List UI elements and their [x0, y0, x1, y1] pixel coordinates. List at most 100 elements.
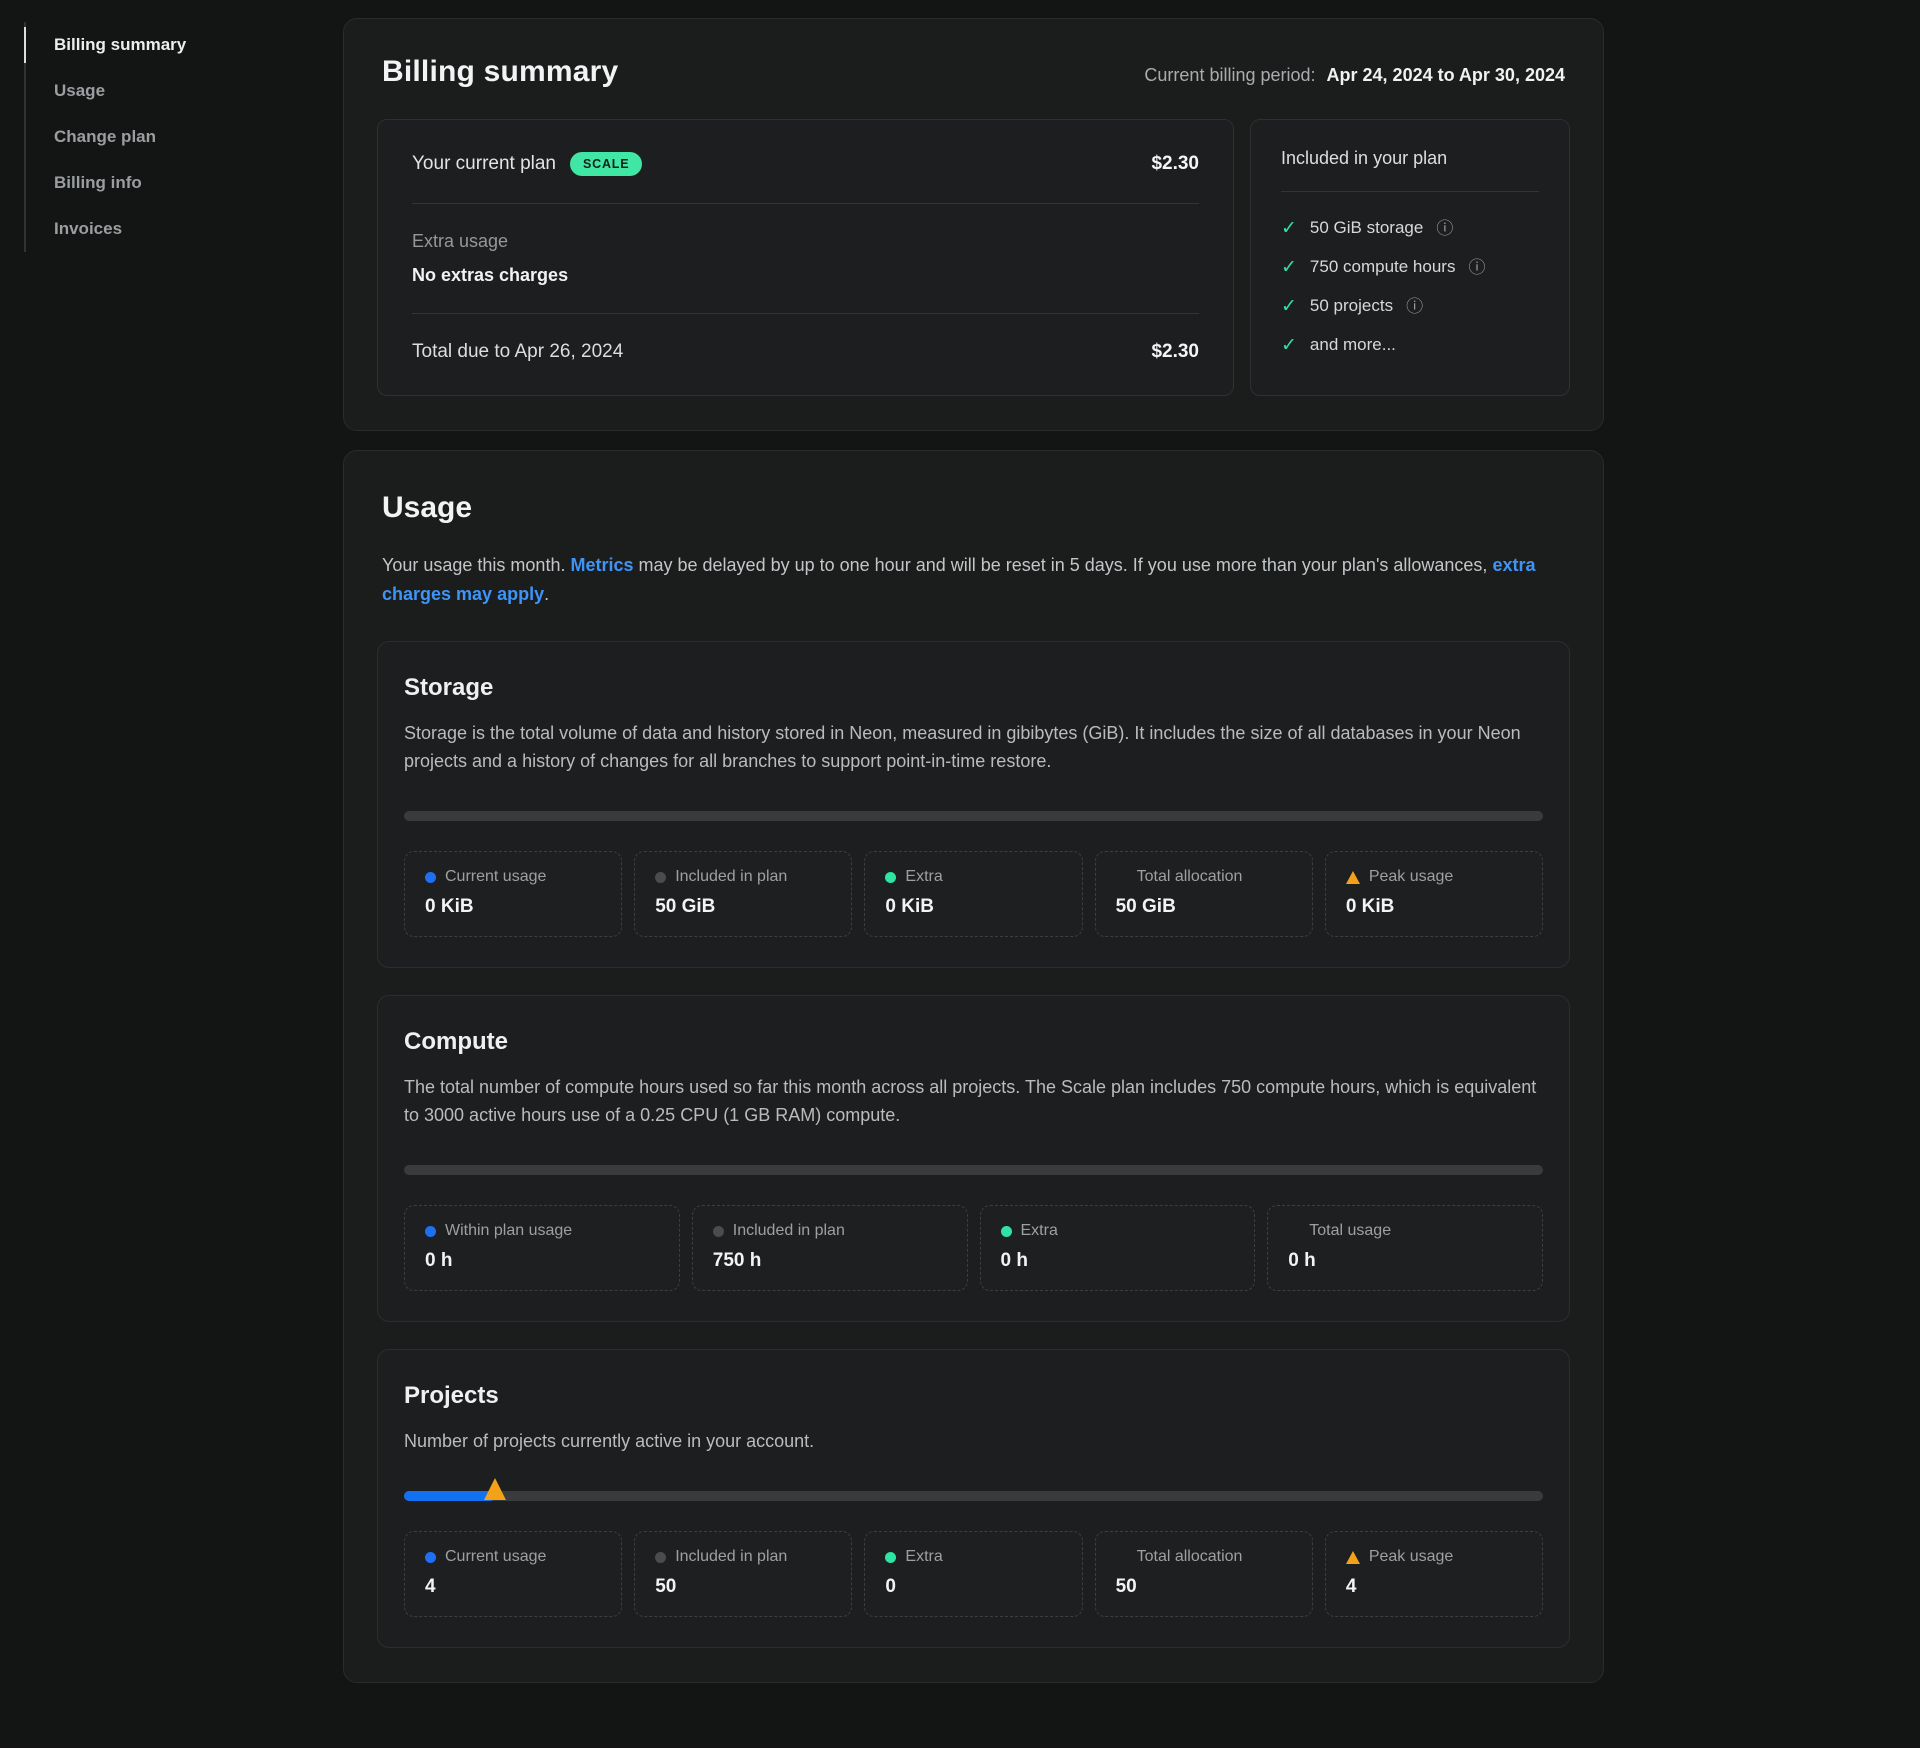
stat-tile-total-allocation: Total allocation 50 [1095, 1531, 1313, 1617]
stat-label: Current usage [445, 1548, 546, 1566]
stat-label: Extra [905, 868, 942, 886]
stat-value: 0 KiB [885, 896, 1061, 918]
green-dot-icon [1001, 1226, 1012, 1237]
stat-tile-within-plan-usage: Within plan usage 0 h [404, 1205, 680, 1291]
plan-feature-label: 750 compute hours [1310, 257, 1456, 277]
projects-card: Projects Number of projects currently ac… [377, 1349, 1570, 1648]
stat-tile-extra: Extra 0 [864, 1531, 1082, 1617]
billing-summary-panel: Billing summary Current billing period: … [343, 18, 1604, 431]
usage-intro: Your usage this month. Metrics may be de… [382, 551, 1565, 609]
gray-dot-icon [655, 1552, 666, 1563]
stat-value: 50 [655, 1576, 831, 1598]
sidebar-item-billing-summary[interactable]: Billing summary [26, 22, 186, 68]
check-icon: ✓ [1281, 297, 1297, 316]
billing-summary-header: Billing summary Current billing period: … [377, 55, 1570, 89]
plan-feature-and-more: ✓ and more... [1281, 335, 1539, 355]
storage-stats: Current usage 0 KiB Included in plan 50 … [404, 851, 1543, 937]
stat-tile-included-in-plan: Included in plan 50 [634, 1531, 852, 1617]
plan-feature-storage: ✓ 50 GiB storage ⓘ [1281, 218, 1539, 238]
stat-tile-extra: Extra 0 KiB [864, 851, 1082, 937]
stat-tile-total-usage: Total usage 0 h [1267, 1205, 1543, 1291]
metrics-link[interactable]: Metrics [570, 555, 633, 575]
stat-value: 0 h [1288, 1250, 1522, 1272]
stat-label: Extra [905, 1548, 942, 1566]
billing-sidebar: Billing summary Usage Change plan Billin… [24, 22, 186, 252]
stat-label: Peak usage [1369, 868, 1454, 886]
divider [412, 313, 1199, 314]
plan-feature-label: and more... [1310, 335, 1396, 355]
plan-feature-compute-hours: ✓ 750 compute hours ⓘ [1281, 257, 1539, 277]
stat-tile-included-in-plan: Included in plan 50 GiB [634, 851, 852, 937]
sidebar-item-billing-info[interactable]: Billing info [26, 160, 186, 206]
plan-feature-label: 50 projects [1310, 296, 1393, 316]
page-title: Billing summary [382, 55, 618, 89]
stat-tile-included-in-plan: Included in plan 750 h [692, 1205, 968, 1291]
billing-period-label: Current billing period: [1144, 65, 1315, 85]
usage-intro-text: Your usage this month. [382, 555, 570, 575]
sidebar-item-change-plan[interactable]: Change plan [26, 114, 186, 160]
compute-card: Compute The total number of compute hour… [377, 995, 1570, 1322]
extra-usage-label: Extra usage [412, 231, 1199, 252]
info-icon[interactable]: ⓘ [1406, 298, 1423, 315]
main-content: Billing summary Current billing period: … [343, 18, 1604, 1702]
blue-dot-icon [425, 1552, 436, 1563]
info-icon[interactable]: ⓘ [1436, 220, 1453, 237]
stat-tile-peak-usage: Peak usage 4 [1325, 1531, 1543, 1617]
projects-stats: Current usage 4 Included in plan 50 Extr… [404, 1531, 1543, 1617]
extra-usage-value: No extras charges [412, 265, 1199, 286]
compute-stats: Within plan usage 0 h Included in plan 7… [404, 1205, 1543, 1291]
blue-dot-icon [425, 872, 436, 883]
info-icon[interactable]: ⓘ [1468, 259, 1485, 276]
stat-tile-peak-usage: Peak usage 0 KiB [1325, 851, 1543, 937]
storage-card: Storage Storage is the total volume of d… [377, 641, 1570, 968]
stat-value: 50 GiB [1116, 896, 1292, 918]
compute-description: The total number of compute hours used s… [404, 1073, 1543, 1129]
stat-label: Included in plan [675, 868, 787, 886]
peak-usage-marker-icon [484, 1478, 506, 1500]
stat-label: Total allocation [1137, 1548, 1243, 1566]
projects-progress-fill [404, 1491, 495, 1501]
stat-value: 0 h [425, 1250, 659, 1272]
sidebar-item-usage[interactable]: Usage [26, 68, 186, 114]
projects-description: Number of projects currently active in y… [404, 1427, 1543, 1455]
gray-dot-icon [655, 872, 666, 883]
stat-tile-total-allocation: Total allocation 50 GiB [1095, 851, 1313, 937]
stat-label: Peak usage [1369, 1548, 1454, 1566]
current-plan-label: Your current plan [412, 153, 556, 175]
projects-title: Projects [404, 1382, 1543, 1410]
stat-label: Current usage [445, 868, 546, 886]
total-due-amount: $2.30 [1151, 341, 1199, 363]
gray-dot-icon [713, 1226, 724, 1237]
included-in-plan-card: Included in your plan ✓ 50 GiB storage ⓘ… [1250, 119, 1570, 396]
billing-period: Current billing period: Apr 24, 2024 to … [1144, 65, 1565, 86]
stat-value: 0 KiB [425, 896, 601, 918]
peak-triangle-icon [1346, 871, 1360, 884]
billing-summary-cards: Your current plan SCALE $2.30 Extra usag… [377, 119, 1570, 396]
stat-tile-current-usage: Current usage 4 [404, 1531, 622, 1617]
plan-badge: SCALE [570, 152, 642, 176]
billing-period-value: Apr 24, 2024 to Apr 30, 2024 [1327, 65, 1565, 85]
projects-progress-bar [404, 1491, 1543, 1501]
stat-label: Within plan usage [445, 1222, 572, 1240]
stat-label: Total allocation [1137, 868, 1243, 886]
sidebar-item-invoices[interactable]: Invoices [26, 206, 186, 252]
stat-tile-extra: Extra 0 h [980, 1205, 1256, 1291]
stat-value: 4 [425, 1576, 601, 1598]
plan-summary-card: Your current plan SCALE $2.30 Extra usag… [377, 119, 1234, 396]
green-dot-icon [885, 872, 896, 883]
stat-value: 50 GiB [655, 896, 831, 918]
total-due-row: Total due to Apr 26, 2024 $2.30 [412, 341, 1199, 363]
stat-tile-current-usage: Current usage 0 KiB [404, 851, 622, 937]
check-icon: ✓ [1281, 258, 1297, 277]
stat-label: Extra [1021, 1222, 1058, 1240]
usage-intro-text: may be delayed by up to one hour and wil… [634, 555, 1493, 575]
stat-value: 0 h [1001, 1250, 1235, 1272]
included-in-plan-title: Included in your plan [1281, 148, 1539, 169]
stat-label: Included in plan [675, 1548, 787, 1566]
divider [1281, 191, 1539, 192]
plan-feature-label: 50 GiB storage [1310, 218, 1423, 238]
stat-value: 0 [885, 1576, 1061, 1598]
peak-triangle-icon [1346, 1551, 1360, 1564]
green-dot-icon [885, 1552, 896, 1563]
check-icon: ✓ [1281, 219, 1297, 238]
